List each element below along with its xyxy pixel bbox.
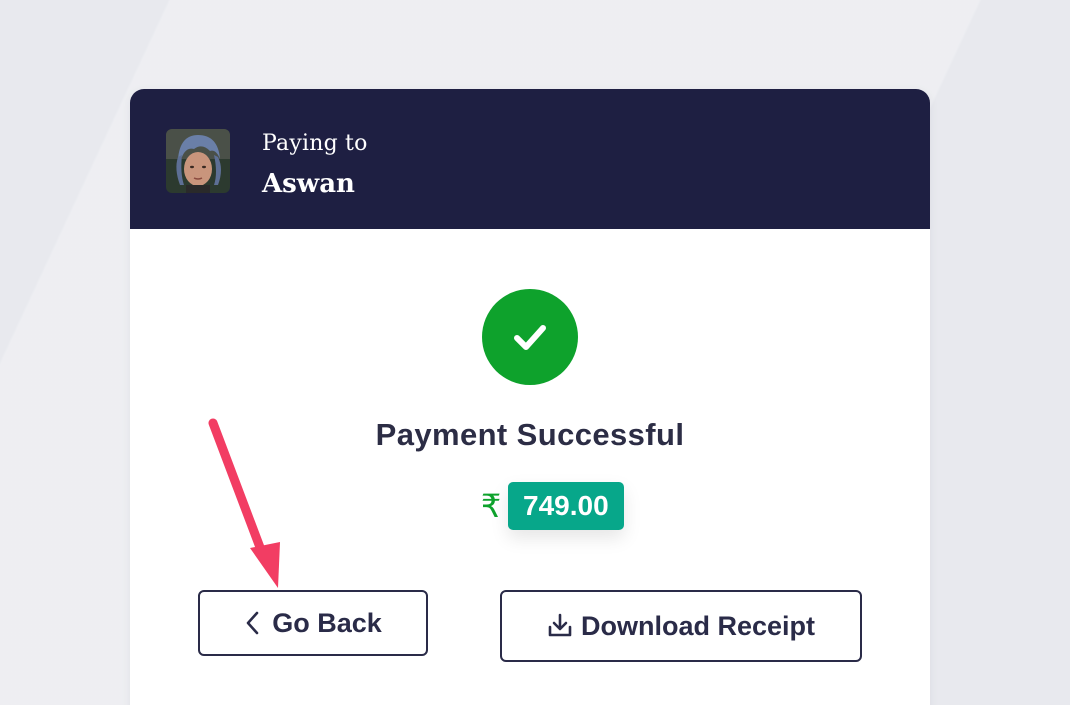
payment-status-title: Payment Successful — [375, 417, 685, 452]
payment-card: Paying to Aswan Payment Successful ₹ 749… — [130, 89, 930, 705]
currency-symbol: ₹ — [480, 487, 502, 525]
payee-name: Aswan — [262, 169, 355, 199]
amount-row: ₹ 749.00 — [474, 482, 624, 530]
success-check-icon — [482, 289, 578, 385]
download-receipt-label: Download Receipt — [580, 610, 816, 641]
payee-header: Paying to Aswan — [130, 89, 930, 229]
download-receipt-button[interactable]: Download Receipt — [500, 590, 862, 662]
download-icon — [547, 612, 573, 640]
chevron-left-icon — [244, 610, 262, 636]
avatar — [166, 129, 230, 193]
paying-to-label: Paying to — [262, 131, 368, 156]
amount-badge: 749.00 — [508, 482, 624, 530]
go-back-label: Go Back — [272, 607, 382, 638]
go-back-button[interactable]: Go Back — [198, 590, 428, 656]
